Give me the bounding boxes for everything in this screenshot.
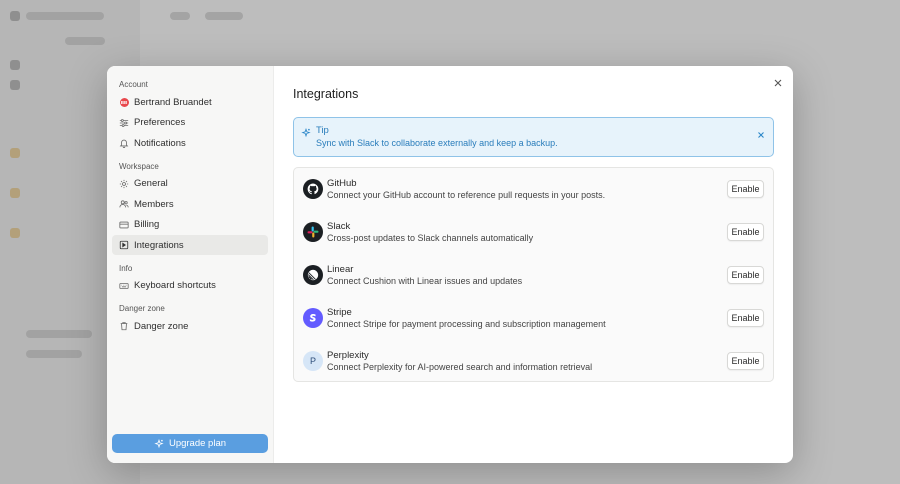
nav-item-label: Preferences — [134, 117, 186, 128]
nav-item-billing[interactable]: Billing — [112, 215, 268, 235]
sparkle-icon — [301, 125, 311, 137]
nav-item-members[interactable]: Members — [112, 194, 268, 214]
background-dot — [10, 80, 20, 90]
background-bar — [65, 37, 105, 45]
perplexity-letter: P — [309, 355, 316, 366]
integration-row-github: GitHub Connect your GitHub account to re… — [294, 177, 773, 220]
integration-row-perplexity: P Perplexity Connect Perplexity for AI-p… — [294, 349, 773, 392]
nav-item-label: General — [134, 178, 168, 189]
tip-text: Sync with Slack to collaborate externall… — [316, 137, 558, 148]
integration-row-linear: Linear Connect Cushion with Linear issue… — [294, 263, 773, 306]
integration-description: Connect Stripe for payment processing an… — [327, 318, 606, 329]
nav-item-preferences[interactable]: Preferences — [112, 113, 268, 133]
nav-item-integrations[interactable]: Integrations — [112, 235, 268, 255]
nav-section-account: Account — [119, 80, 148, 89]
upgrade-plan-button[interactable]: Upgrade plan — [112, 434, 268, 453]
nav-item-keyboard-shortcuts[interactable]: Keyboard shortcuts — [112, 276, 268, 296]
enable-stripe-button[interactable]: Enable — [727, 308, 764, 327]
background-bar — [26, 330, 92, 338]
nav-section-workspace: Workspace — [119, 161, 159, 171]
nav-item-profile[interactable]: BB Bertrand Bruandet — [112, 92, 268, 112]
background-bar — [26, 12, 104, 20]
integrations-list: GitHub Connect your GitHub account to re… — [293, 166, 774, 382]
linear-icon — [303, 264, 323, 285]
users-icon — [119, 199, 129, 209]
background-dot — [10, 60, 20, 70]
integration-description: Connect your GitHub account to reference… — [327, 189, 606, 200]
integration-row-stripe: Stripe Connect Stripe for payment proces… — [294, 306, 773, 349]
gear-icon — [119, 179, 129, 189]
sparkle-icon — [154, 438, 164, 448]
nav-section-info: Info — [119, 263, 133, 273]
enable-linear-button[interactable]: Enable — [727, 265, 764, 284]
nav-item-label: Notifications — [134, 137, 186, 149]
integration-description: Connect Cushion with Linear issues and u… — [327, 275, 523, 286]
nav-item-danger-zone[interactable]: Danger zone — [112, 316, 268, 336]
enable-github-button[interactable]: Enable — [727, 179, 764, 198]
tip-close-icon[interactable] — [757, 126, 765, 138]
nav-item-label: Billing — [134, 219, 160, 230]
plus-square-icon — [119, 240, 129, 250]
avatar: BB — [119, 97, 129, 107]
background-dot — [10, 228, 20, 238]
tip-banner: Tip Sync with Slack to collaborate exter… — [293, 116, 774, 157]
trash-icon — [119, 321, 129, 331]
background-bar — [170, 12, 190, 20]
integration-row-slack: Slack Cross-post updates to Slack channe… — [294, 220, 773, 263]
integration-name: Linear — [327, 263, 354, 275]
nav-item-label: Members — [134, 198, 174, 210]
page-title: Integrations — [293, 86, 359, 101]
settings-sidebar: Account BB Bertrand Bruandet Preferences… — [107, 66, 274, 463]
integration-name: Slack — [327, 220, 351, 232]
nav-item-general[interactable]: General — [112, 174, 268, 194]
credit-card-icon — [119, 220, 129, 230]
background-dot — [10, 188, 20, 198]
tip-title: Tip — [316, 124, 329, 136]
bell-icon — [119, 138, 129, 148]
nav-item-label: Danger zone — [134, 320, 189, 332]
nav-section-danger-zone: Danger zone — [119, 304, 165, 313]
nav-item-label: Keyboard shortcuts — [134, 280, 216, 291]
github-icon — [303, 178, 323, 199]
enable-perplexity-button[interactable]: Enable — [727, 351, 764, 370]
settings-content: Integrations Tip Sync with Slack to coll… — [274, 66, 793, 463]
integration-description: Cross-post updates to Slack channels aut… — [327, 232, 534, 243]
avatar-initials: BB — [119, 97, 129, 107]
slack-icon — [303, 221, 323, 242]
stripe-icon — [303, 307, 323, 328]
integration-name: Perplexity — [327, 349, 369, 361]
background-dot — [10, 148, 20, 158]
keyboard-icon — [119, 281, 129, 291]
sliders-icon — [119, 118, 129, 128]
integration-name: GitHub — [327, 177, 357, 189]
integration-name: Stripe — [327, 306, 352, 318]
enable-slack-button[interactable]: Enable — [727, 222, 764, 241]
background-bar — [26, 350, 82, 358]
nav-item-notifications[interactable]: Notifications — [112, 133, 268, 153]
settings-modal: Account BB Bertrand Bruandet Preferences… — [107, 66, 793, 463]
nav-item-label: Integrations — [134, 239, 184, 251]
background-bar — [205, 12, 243, 20]
perplexity-icon: P — [303, 350, 323, 371]
integration-description: Connect Perplexity for AI-powered search… — [327, 361, 593, 372]
nav-item-label: Bertrand Bruandet — [134, 96, 212, 108]
upgrade-plan-label: Upgrade plan — [168, 438, 227, 449]
background-logo — [10, 11, 20, 21]
close-icon[interactable] — [773, 75, 783, 87]
